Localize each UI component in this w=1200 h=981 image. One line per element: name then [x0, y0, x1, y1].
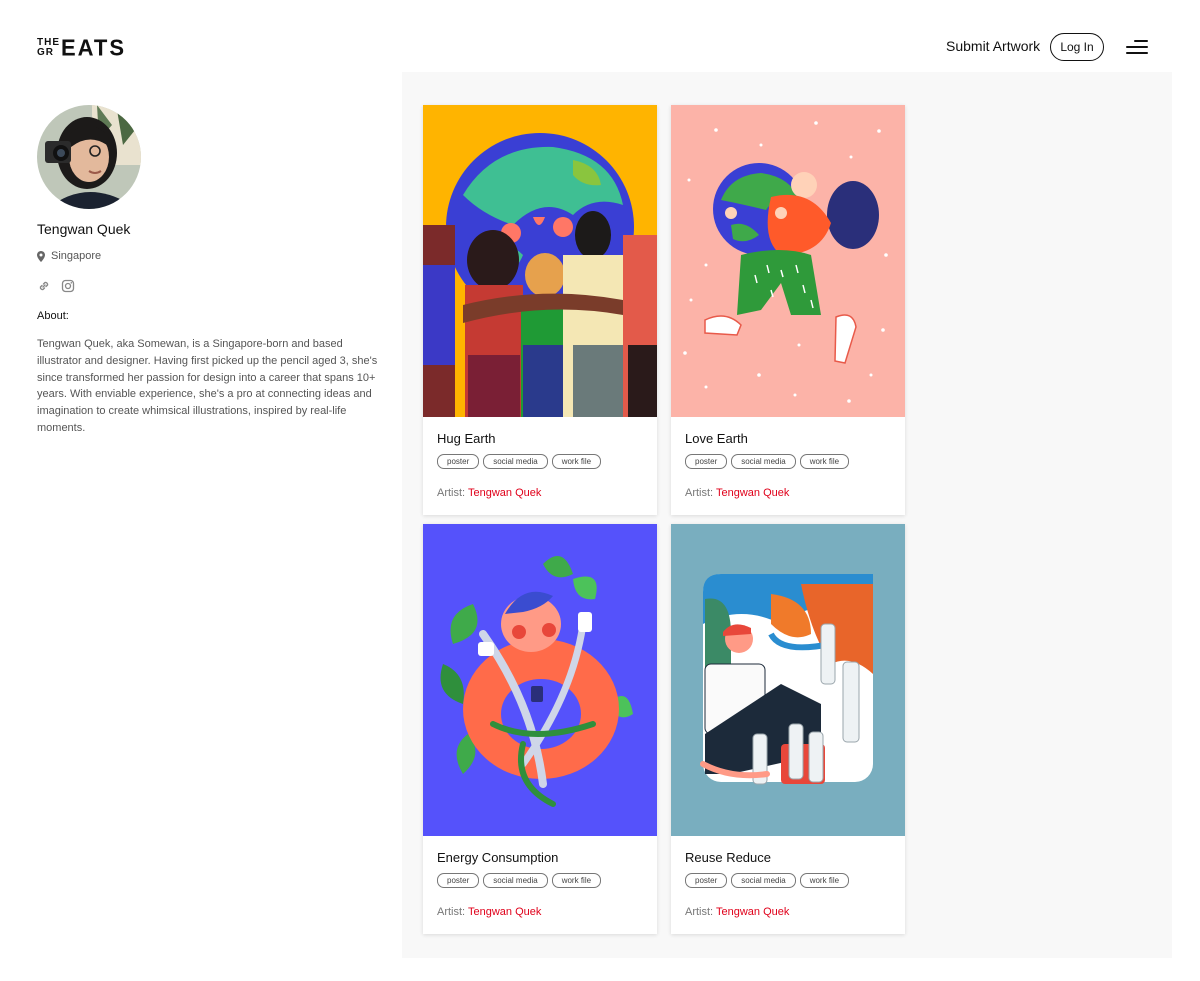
artist-label: Artist: — [437, 487, 466, 499]
avatar — [37, 105, 141, 209]
link-icon[interactable] — [37, 279, 51, 293]
artwork-card-reuse-reduce[interactable]: Reuse Reduce poster social media work fi… — [671, 524, 905, 934]
logo-small-letters: THE GR — [37, 38, 60, 58]
artist-link[interactable]: Tengwan Quek — [468, 487, 541, 499]
tag-poster[interactable]: poster — [685, 873, 728, 888]
tag-poster[interactable]: poster — [437, 873, 480, 888]
artwork-info: Reuse Reduce poster social media work fi… — [671, 836, 905, 934]
tag-poster[interactable]: poster — [437, 454, 480, 469]
artist-label: Artist: — [685, 487, 714, 499]
artwork-image-reuse-reduce[interactable] — [671, 524, 905, 836]
artwork-image-love-earth[interactable] — [671, 105, 905, 417]
submit-artwork-link[interactable]: Submit Artwork — [946, 38, 1040, 54]
artwork-info: Energy Consumption poster social media w… — [423, 836, 657, 934]
hamburger-menu-icon[interactable] — [1126, 39, 1148, 55]
logo-text-big: EATS — [61, 34, 127, 61]
about-label: About: — [37, 310, 69, 322]
tag-social-media[interactable]: social media — [483, 454, 548, 469]
artwork-tags: poster social media work file — [437, 873, 643, 888]
artwork-artist: Artist: Tengwan Quek — [685, 906, 891, 918]
artwork-image-hug-earth[interactable] — [423, 105, 657, 417]
artwork-info: Love Earth poster social media work file… — [671, 417, 905, 515]
artist-name: Tengwan Quek — [37, 221, 131, 237]
tag-social-media[interactable]: social media — [731, 454, 796, 469]
map-pin-icon — [37, 250, 45, 262]
artwork-tags: poster social media work file — [437, 454, 643, 469]
tag-social-media[interactable]: social media — [483, 873, 548, 888]
artist-label: Artist: — [685, 906, 714, 918]
artwork-tags: poster social media work file — [685, 873, 891, 888]
artwork-artist: Artist: Tengwan Quek — [685, 487, 891, 499]
artwork-card-hug-earth[interactable]: Hug Earth poster social media work file … — [423, 105, 657, 515]
artwork-image-energy-consumption[interactable] — [423, 524, 657, 836]
site-logo[interactable]: THE GR EATS — [37, 34, 127, 62]
social-links — [37, 279, 75, 293]
instagram-icon[interactable] — [61, 279, 75, 293]
logo-text-middle: GR — [37, 47, 54, 58]
tag-work-file[interactable]: work file — [551, 454, 602, 469]
tag-poster[interactable]: poster — [685, 454, 728, 469]
login-button[interactable]: Log In — [1050, 33, 1104, 61]
artwork-title[interactable]: Hug Earth — [437, 431, 643, 446]
artwork-title[interactable]: Love Earth — [685, 431, 891, 446]
tag-social-media[interactable]: social media — [731, 873, 796, 888]
artist-link[interactable]: Tengwan Quek — [716, 487, 789, 499]
artwork-title[interactable]: Reuse Reduce — [685, 850, 891, 865]
artwork-card-love-earth[interactable]: Love Earth poster social media work file… — [671, 105, 905, 515]
artwork-card-energy-consumption[interactable]: Energy Consumption poster social media w… — [423, 524, 657, 934]
artwork-info: Hug Earth poster social media work file … — [423, 417, 657, 515]
artist-label: Artist: — [437, 906, 466, 918]
artwork-tags: poster social media work file — [685, 454, 891, 469]
about-text: Tengwan Quek, aka Somewan, is a Singapor… — [37, 338, 378, 434]
tag-work-file[interactable]: work file — [799, 454, 850, 469]
artist-link[interactable]: Tengwan Quek — [716, 906, 789, 918]
tag-work-file[interactable]: work file — [799, 873, 850, 888]
artwork-title[interactable]: Energy Consumption — [437, 850, 643, 865]
artwork-gallery: Hug Earth poster social media work file … — [402, 72, 1172, 958]
location-text: Singapore — [51, 250, 102, 262]
artwork-artist: Artist: Tengwan Quek — [437, 487, 643, 499]
artwork-artist: Artist: Tengwan Quek — [437, 906, 643, 918]
artist-location: Singapore — [37, 250, 101, 262]
tag-work-file[interactable]: work file — [551, 873, 602, 888]
artist-link[interactable]: Tengwan Quek — [468, 906, 541, 918]
